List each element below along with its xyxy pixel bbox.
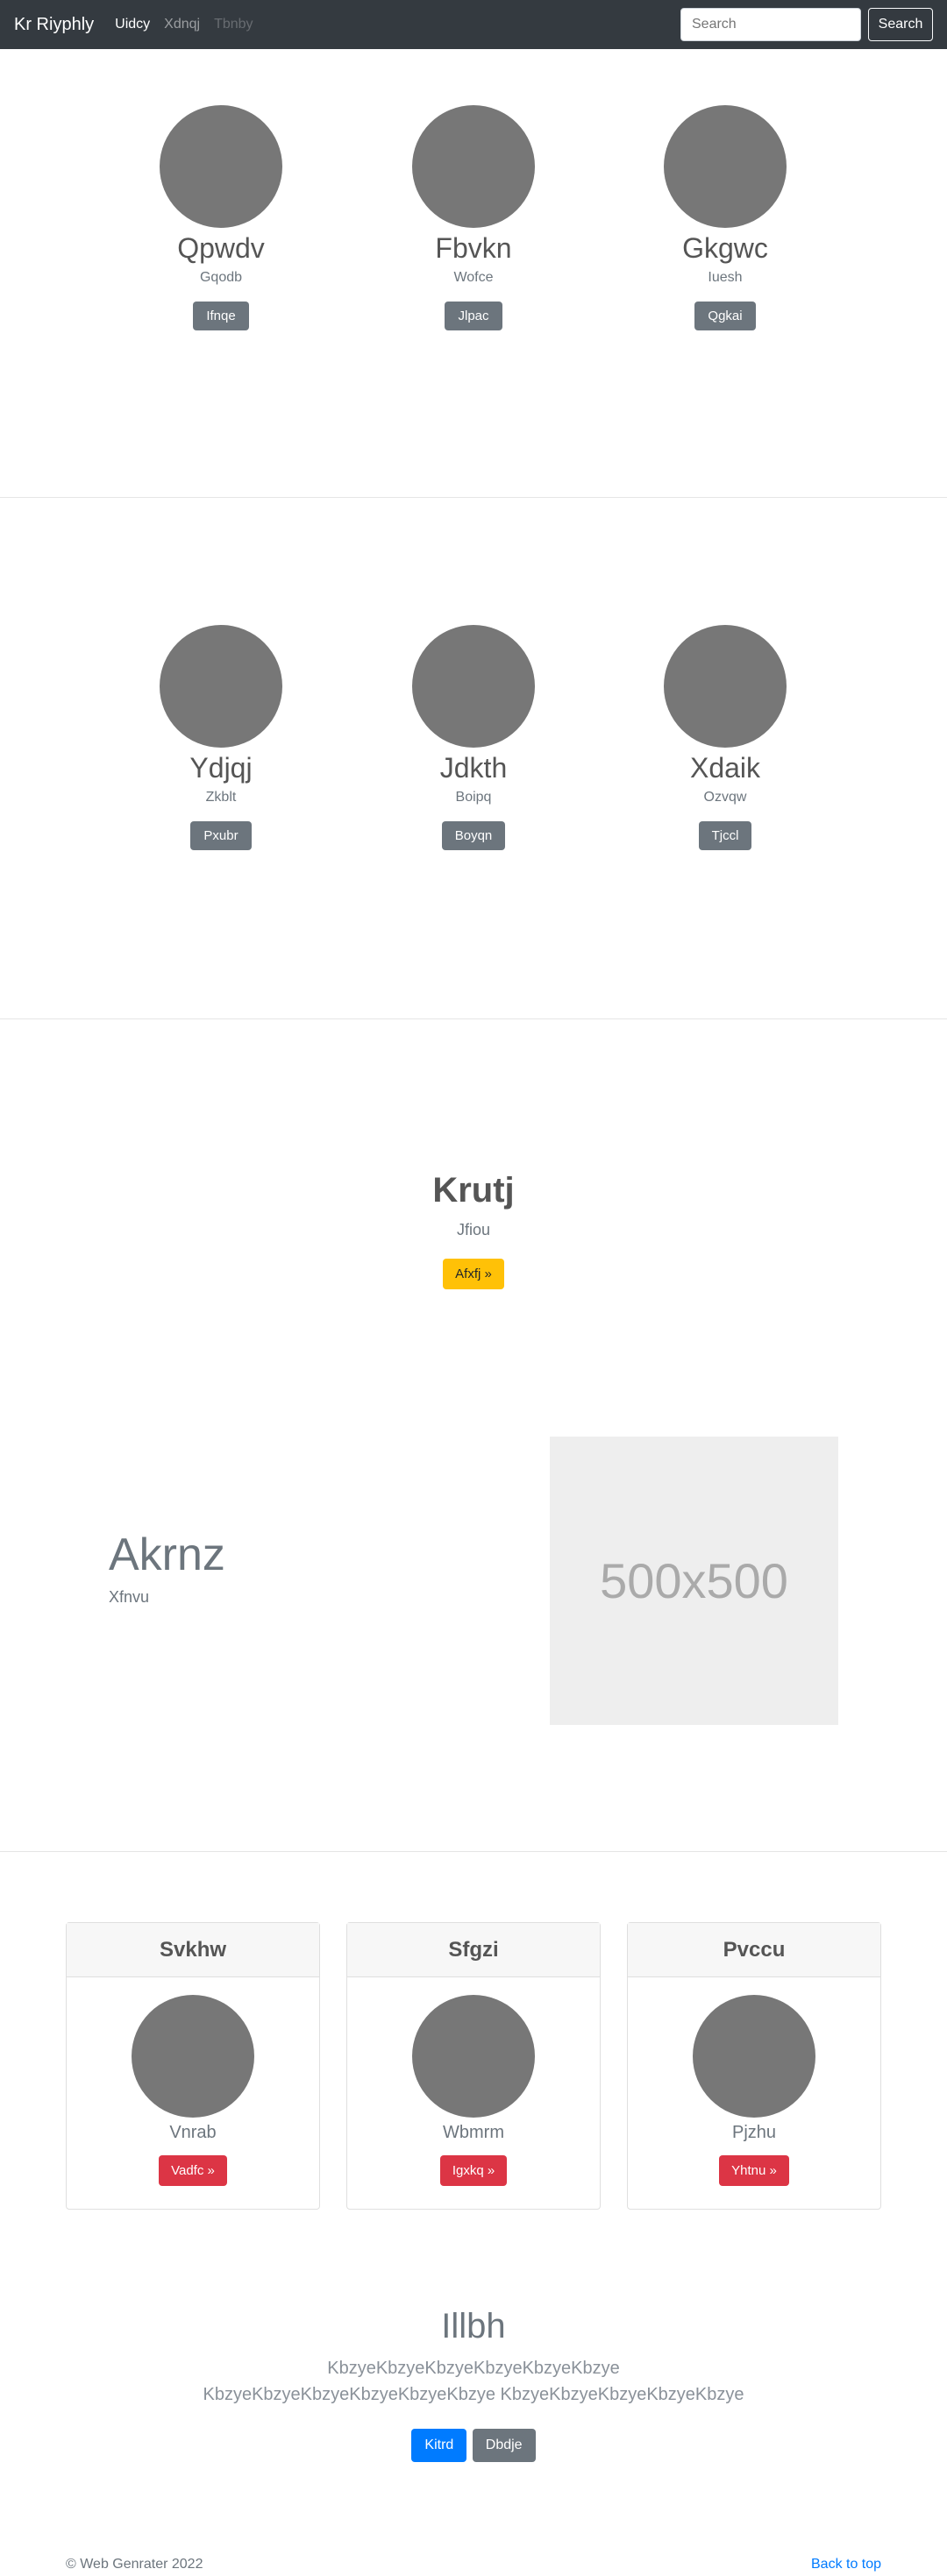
card-subtitle: Wbmrm [443, 2123, 504, 2142]
profile-button[interactable]: Pxubr [190, 821, 252, 851]
avatar [664, 105, 787, 228]
card-body: Vnrab Vadfc » [67, 1977, 319, 2186]
profile-subtitle: Wofce [453, 270, 494, 286]
back-to-top-link[interactable]: Back to top [811, 2557, 881, 2572]
cta-secondary-button[interactable]: Dbdje [472, 2429, 536, 2462]
feature-title: Akrnz [109, 1529, 225, 1580]
nav-link-2[interactable]: Xdnqj [164, 17, 200, 32]
profile-name: Xdaik [689, 752, 761, 784]
search-button[interactable]: Search [868, 8, 933, 41]
profile-subtitle: Ozvqw [703, 790, 747, 805]
profile-button[interactable]: Tjccl [698, 821, 752, 851]
feature-subtitle: Xfnvu [109, 1588, 150, 1606]
avatar [664, 625, 787, 748]
pricing-card: Svkhw Vnrab Vadfc » [66, 1922, 320, 2210]
card-subtitle: Pjzhu [731, 2123, 777, 2142]
profile-card: Gkgwc Iuesh Qgkai [629, 105, 822, 331]
profile-button[interactable]: Ifnqe [193, 302, 249, 331]
profile-name: Fbvkn [435, 232, 512, 264]
profile-name: Qpwdv [177, 232, 265, 264]
profile-subtitle: Boipq [455, 790, 492, 805]
card-body: Pjzhu Yhtnu » [628, 1977, 880, 2186]
card-body: Wbmrm Igxkq » [347, 1977, 600, 2186]
profile-name: Jdkth [439, 752, 508, 784]
avatar [160, 105, 282, 228]
profile-button[interactable]: Qgkai [694, 302, 756, 331]
footer-copyright: © Web Genrater 2022 [66, 2557, 203, 2572]
card-header: Pvccu [628, 1923, 880, 1977]
card-button[interactable]: Yhtnu » [719, 2155, 789, 2186]
cta-title: Illbh [441, 2307, 506, 2345]
avatar [412, 625, 535, 748]
profile-name: Ydjqj [189, 752, 253, 784]
hero-section: Krutj Jfiou Afxfj » [0, 1171, 947, 1289]
profile-card: Jdkth Boipq Boyqn [377, 625, 570, 851]
cta-text: KbzyeKbzyeKbzyeKbzyeKbzyeKbzye KbzyeKbzy… [203, 2359, 744, 2404]
profile-button[interactable]: Jlpac [445, 302, 502, 331]
cta-buttons: Kitrd Dbdje [0, 2429, 947, 2462]
nav-link-1[interactable]: Uidcy [115, 17, 150, 32]
placeholder-image: 500x500 [550, 1437, 838, 1725]
avatar [693, 1995, 815, 2118]
nav-link-3-disabled: Tbnby [214, 17, 253, 32]
avatar [412, 1995, 535, 2118]
navbar: Kr Riyphly Uidcy Xdnqj Tbnby Search [0, 0, 947, 49]
hero-button[interactable]: Afxfj » [443, 1259, 504, 1289]
profile-name: Gkgwc [682, 232, 768, 264]
cta-section: Illbh KbzyeKbzyeKbzyeKbzyeKbzyeKbzye Kbz… [0, 2307, 947, 2462]
brand-link[interactable]: Kr Riyphly [14, 15, 94, 35]
card-button[interactable]: Vadfc » [159, 2155, 227, 2186]
avatar [132, 1995, 254, 2118]
profile-card: Fbvkn Wofce Jlpac [377, 105, 570, 331]
card-header: Svkhw [67, 1923, 319, 1977]
card-button[interactable]: Igxkq » [439, 2155, 508, 2186]
pricing-card: Pvccu Pjzhu Yhtnu » [627, 1922, 881, 2210]
profile-button[interactable]: Boyqn [441, 821, 506, 851]
hero-title: Krutj [432, 1171, 515, 1210]
hero-subtitle: Jfiou [456, 1221, 491, 1238]
section-divider [0, 1851, 947, 1852]
avatar [160, 625, 282, 748]
card-header: Sfgzi [347, 1923, 600, 1977]
pricing-card: Sfgzi Wbmrm Igxkq » [346, 1922, 601, 2210]
avatar [412, 105, 535, 228]
card-subtitle: Vnrab [169, 2123, 217, 2142]
search-input[interactable] [680, 8, 861, 41]
profile-card: Qpwdv Gqodb Ifnqe [125, 105, 317, 331]
profile-subtitle: Zkblt [205, 790, 237, 805]
profile-card: Xdaik Ozvqw Tjccl [629, 625, 822, 851]
profile-subtitle: Iuesh [708, 270, 743, 286]
profile-card: Ydjqj Zkblt Pxubr [125, 625, 317, 851]
profile-subtitle: Gqodb [199, 270, 243, 286]
section-divider [0, 497, 947, 498]
cta-primary-button[interactable]: Kitrd [411, 2429, 467, 2462]
section-divider [0, 1018, 947, 1019]
